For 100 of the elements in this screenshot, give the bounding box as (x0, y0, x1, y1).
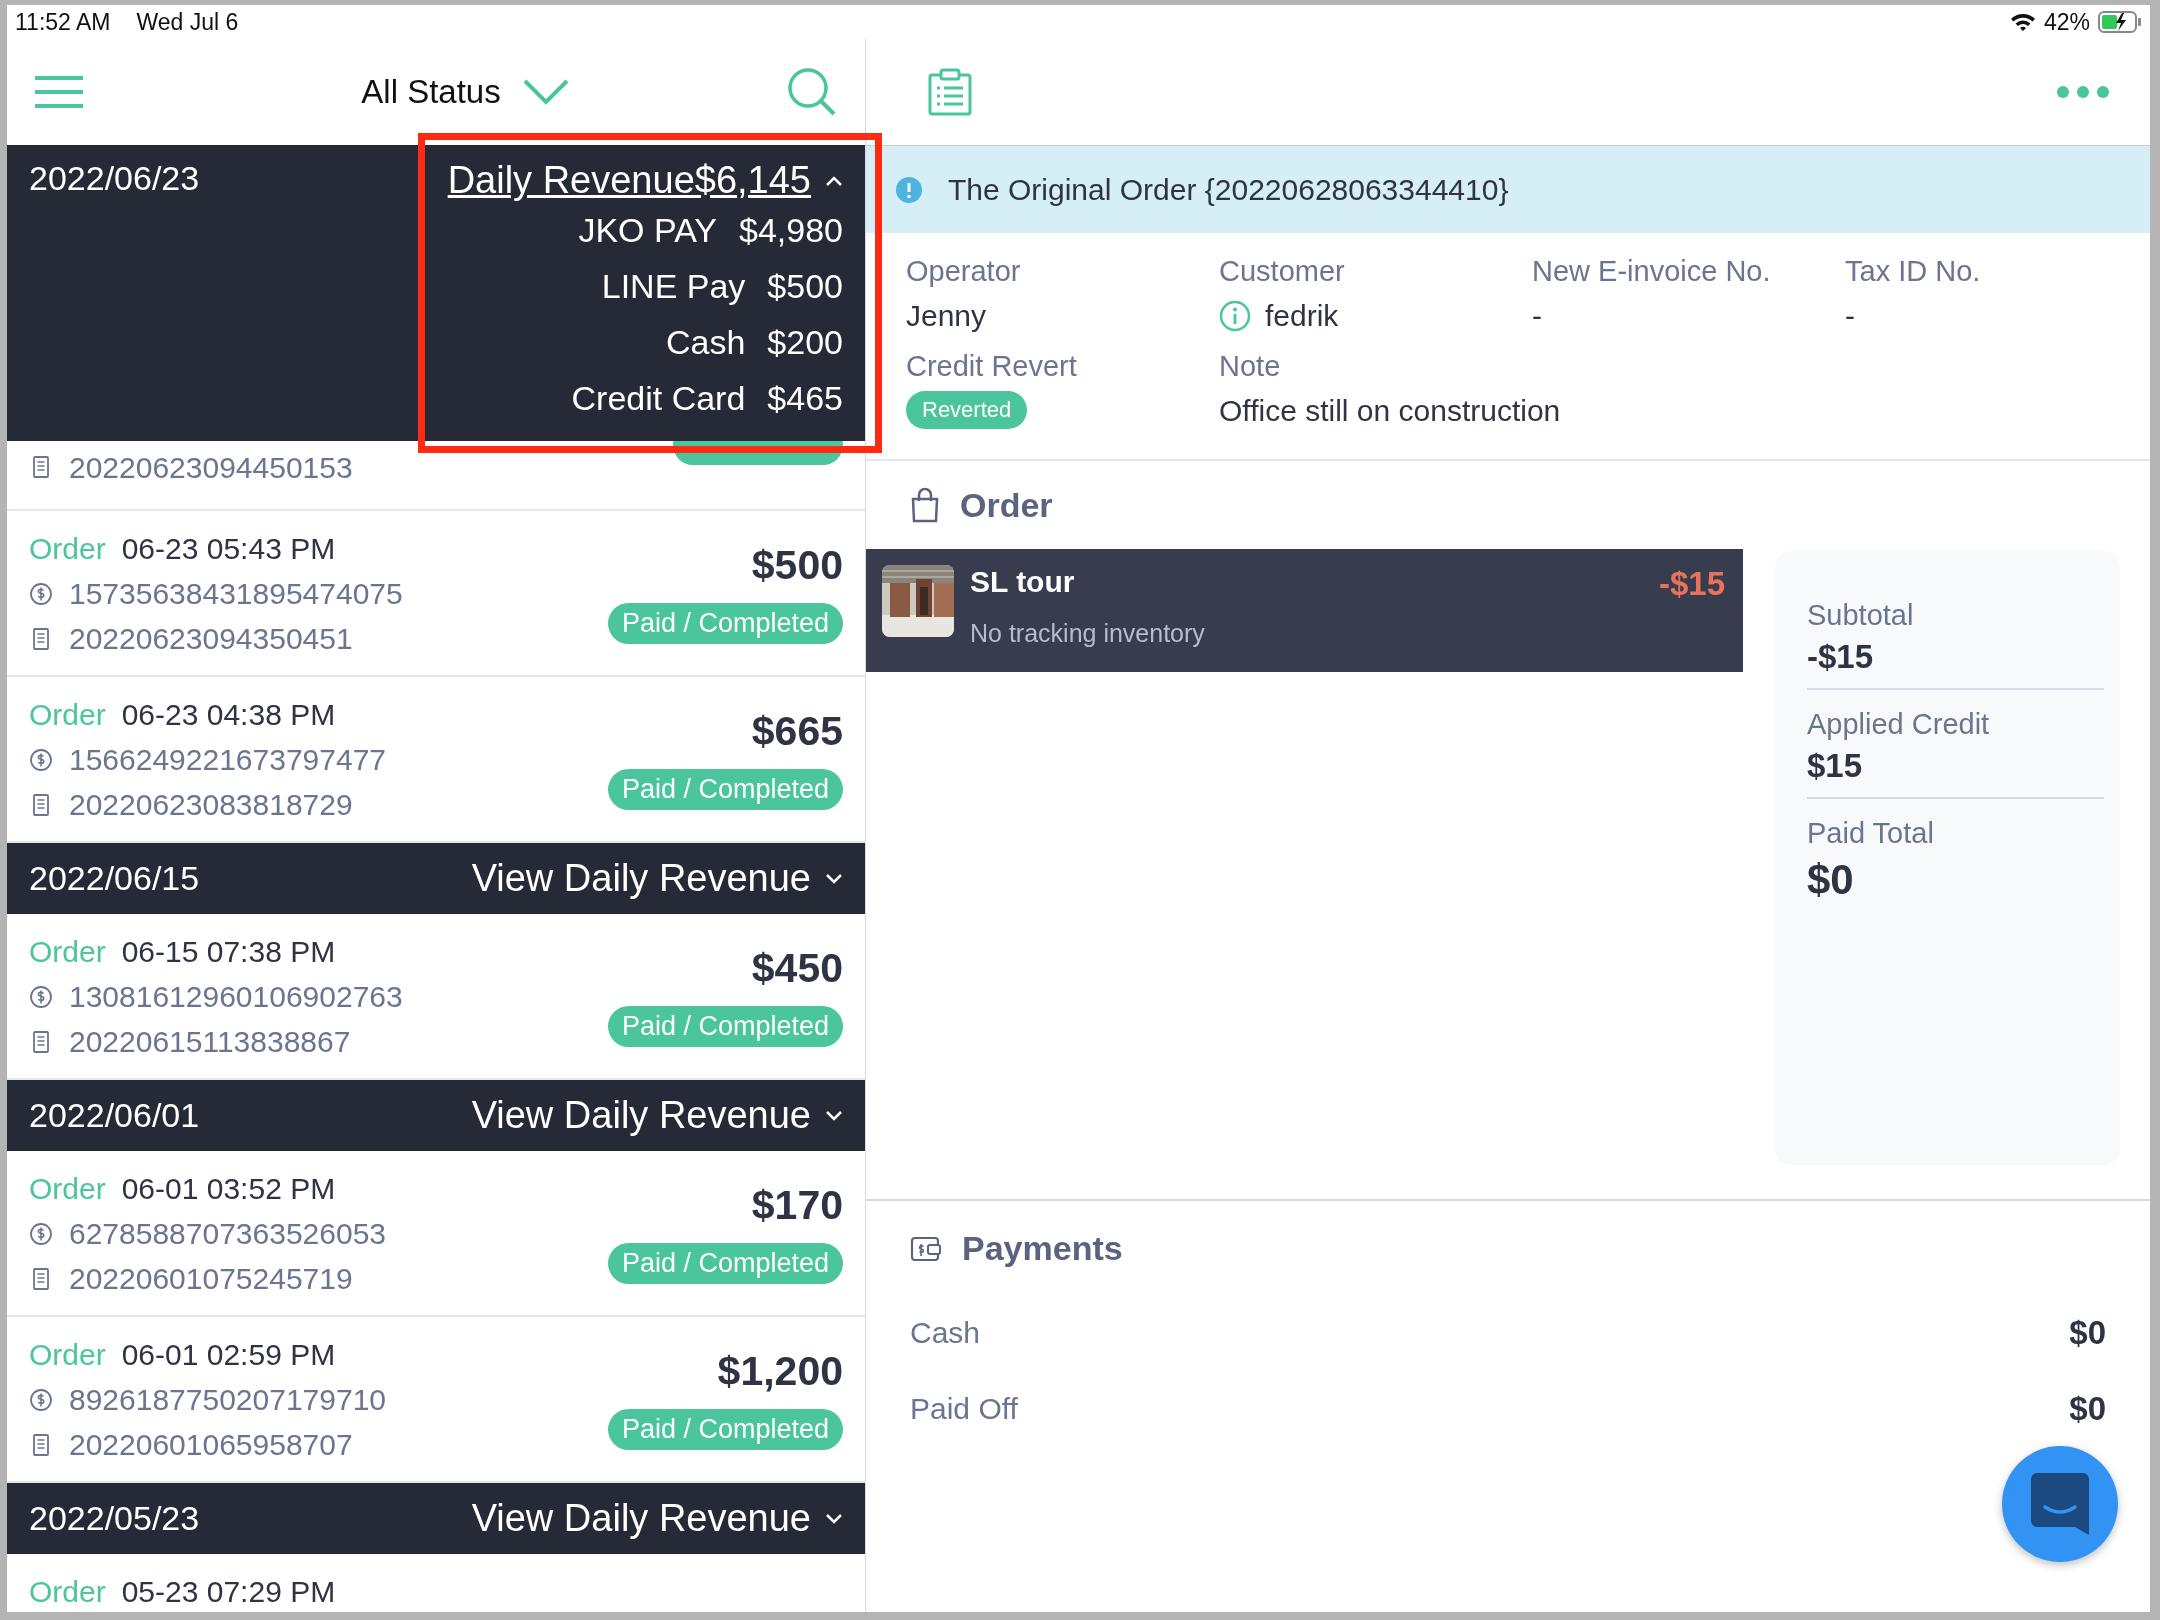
order-label: Order (29, 934, 106, 970)
caret-down-icon (825, 872, 843, 885)
shopping-bag-icon (910, 487, 940, 523)
summary-value: $15 (1807, 747, 1864, 785)
order-amount: $665 (751, 708, 843, 755)
status-badge: Paid / Completed (607, 603, 843, 644)
revenue-toggle[interactable]: Daily Revenue$6,145 (447, 159, 843, 202)
payment-id: 15735638431895474075 (69, 576, 403, 612)
order-amount: $500 (751, 542, 843, 589)
revenue-toggle[interactable]: View Daily Revenue (471, 857, 843, 900)
order-time: 06-23 04:38 PM (121, 697, 336, 733)
summary-value: $0 (1807, 856, 1855, 904)
group-date: 2022/06/01 (29, 1096, 200, 1135)
status-badge: Paid / Completed (607, 1006, 843, 1047)
status-badge: Paid / Completed (607, 1409, 843, 1450)
payment-id: 13081612960106902763 (69, 979, 403, 1015)
summary-label: Subtotal (1807, 599, 1915, 632)
info-icon[interactable] (1219, 300, 1251, 332)
method-amount: $465 (767, 378, 843, 418)
order-item[interactable]: SL tour No tracking inventory -$15 (866, 549, 1743, 672)
chat-icon (2031, 1473, 2089, 1535)
receipt-number: 20220601065958707 (69, 1427, 353, 1463)
section-heading: Payments (962, 1228, 1123, 1268)
detail-label: Customer (1219, 255, 1346, 288)
chat-button[interactable] (2002, 1446, 2118, 1562)
section-heading: Order (960, 485, 1053, 525)
order-label: Order (29, 1337, 106, 1373)
coin-icon (29, 1221, 53, 1246)
item-name: SL tour (970, 565, 1076, 599)
summary-label: Applied Credit (1807, 708, 1991, 741)
more-icon[interactable] (2056, 85, 2110, 99)
payment-id: 6278588707363526053 (69, 1216, 386, 1252)
item-note: No tracking inventory (970, 619, 1206, 648)
order-time: 06-01 02:59 PM (121, 1337, 336, 1373)
status-time: 11:52 AM (15, 8, 111, 36)
order-time: 06-01 03:52 PM (121, 1171, 336, 1207)
status-date: Wed Jul 6 (136, 8, 239, 36)
caret-up-icon (825, 174, 843, 187)
payment-label: Paid Off (910, 1392, 1018, 1426)
detail-label: Operator (906, 255, 1022, 288)
detail-value: fedrik (1265, 299, 1339, 333)
payment-label: Cash (910, 1316, 981, 1350)
order-label: Order (29, 531, 106, 567)
clipboard-icon[interactable] (926, 68, 974, 116)
chevron-down-icon (522, 78, 569, 106)
detail-value: - (1845, 299, 1855, 333)
group-date: 2022/06/23 (29, 159, 200, 198)
order-row[interactable]: Order 06-23 05:43 PM 15735638431895474075 20220623094350451 $500 Paid / Completed (7, 511, 865, 677)
payment-method: JKO PAY (578, 210, 717, 250)
method-amount: $200 (767, 322, 843, 362)
order-row[interactable]: Order 06-01 03:52 PM 6278588707363526053 20220601075245719 $170 Paid / Completed (7, 1151, 865, 1317)
payment-id: 1566249221673797477 (69, 742, 386, 778)
wallet-icon (910, 1234, 942, 1262)
battery-icon (2098, 11, 2142, 33)
wifi-icon (2009, 12, 2036, 32)
detail-value: - (1532, 299, 1542, 333)
order-time: 06-23 05:43 PM (121, 531, 336, 567)
detail-label: Tax ID No. (1845, 255, 1982, 288)
caret-down-icon (825, 1109, 843, 1122)
payment-id: 8926187750207179710 (69, 1382, 386, 1418)
status-badge: Paid / Completed (607, 1243, 843, 1284)
revenue-toggle[interactable]: View Daily Revenue (471, 1497, 843, 1540)
group-date: 2022/05/23 (29, 1499, 200, 1538)
receipt-number: 20220623094350451 (69, 621, 353, 657)
item-price: -$15 (1658, 565, 1725, 603)
coin-icon (29, 1387, 53, 1412)
coin-icon (29, 984, 53, 1009)
order-label: Order (29, 1574, 106, 1610)
method-amount: $4,980 (739, 210, 843, 250)
detail-label: Note (1219, 350, 1282, 383)
detail-label: Credit Revert (906, 350, 1078, 383)
summary-label: Paid Total (1807, 817, 1935, 850)
payment-method: Credit Card (571, 378, 746, 418)
payment-method: LINE Pay (601, 266, 746, 306)
status-tag: Reverted (906, 391, 1028, 429)
payment-method: Cash (666, 322, 746, 362)
alert-icon (896, 176, 922, 203)
caret-down-icon (825, 1512, 843, 1525)
summary-value: -$15 (1807, 638, 1875, 676)
detail-label: New E-invoice No. (1532, 255, 1772, 288)
order-time: 06-15 07:38 PM (121, 934, 336, 970)
method-amount: $500 (767, 266, 843, 306)
receipt-number: 20220601075245719 (69, 1261, 353, 1297)
search-icon[interactable] (787, 67, 837, 117)
order-label: Order (29, 1171, 106, 1207)
coin-icon (29, 747, 53, 772)
battery-percent: 42% (2043, 8, 2090, 36)
detail-value: Office still on construction (1219, 394, 1561, 428)
order-time: 05-23 07:29 PM (121, 1574, 336, 1610)
receipt-number: 20220623083818729 (69, 787, 353, 823)
coin-icon (29, 581, 53, 606)
order-amount: $450 (751, 945, 843, 992)
menu-icon[interactable] (35, 75, 83, 109)
order-row[interactable]: Order 05-23 07:29 PM (7, 1554, 865, 1612)
order-label: Order (29, 697, 106, 733)
status-badge: Paid / Completed (607, 769, 843, 810)
receipt-number: 20220615113838867 (69, 1024, 351, 1060)
payment-value: $0 (2069, 1314, 2106, 1352)
revenue-toggle[interactable]: View Daily Revenue (471, 1094, 843, 1137)
status-filter[interactable]: All Status (143, 72, 787, 112)
